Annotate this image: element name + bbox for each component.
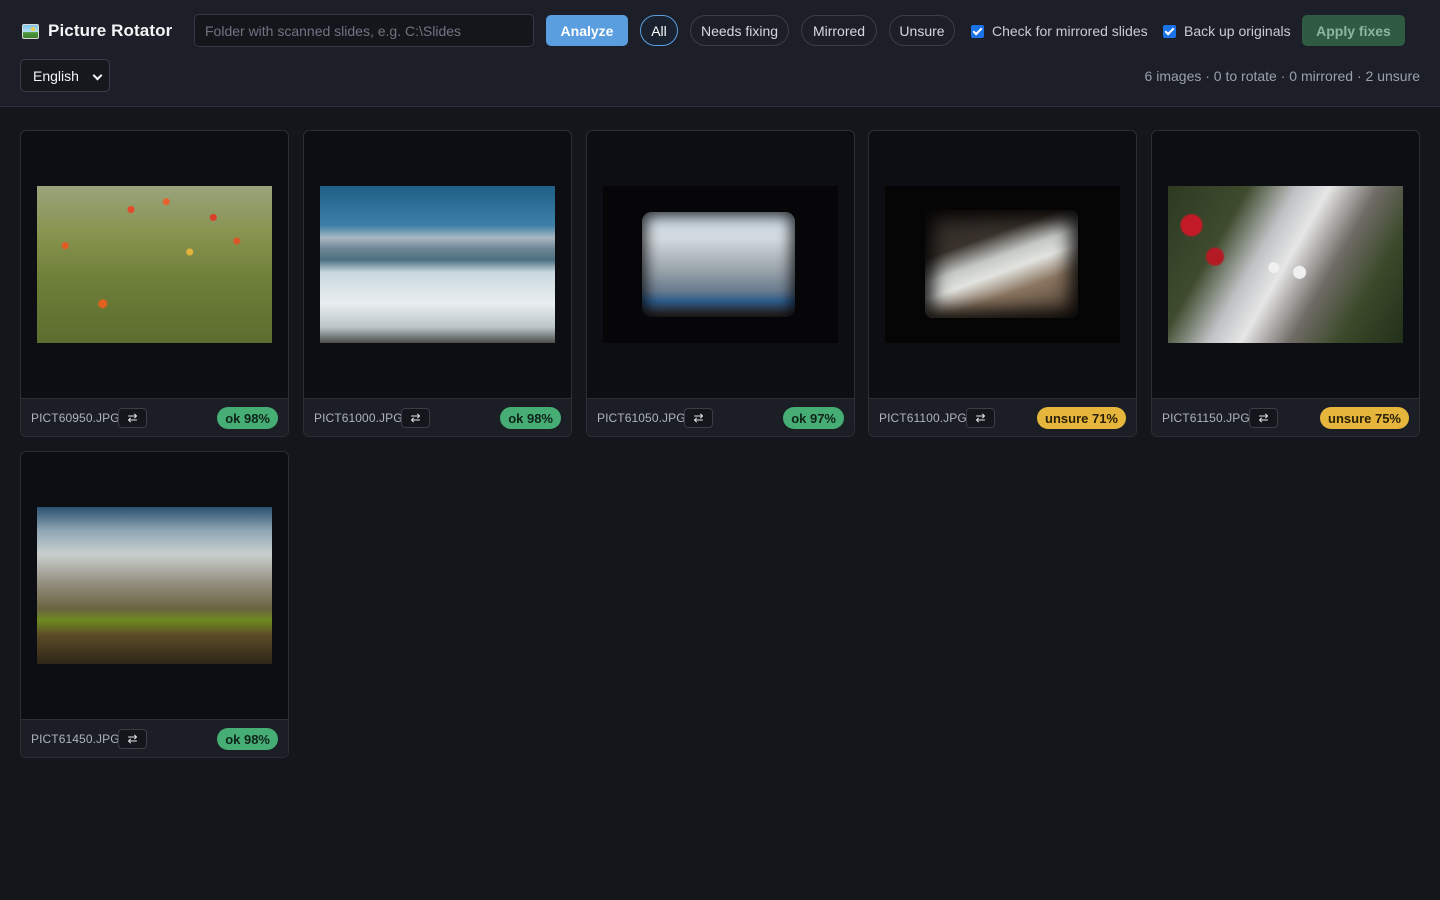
status-badge: ok 97% (783, 407, 844, 429)
image-card[interactable]: PICT61450.JPG ⇄ ok 98% (20, 451, 289, 758)
image-filename: PICT61000.JPG (314, 411, 403, 425)
filter-all[interactable]: All (640, 15, 678, 46)
swap-arrows-icon[interactable]: ⇄ (684, 408, 713, 428)
check-mirrored-label: Check for mirrored slides (992, 23, 1148, 39)
slide-photo (885, 186, 1120, 343)
card-footer: PICT61450.JPG ⇄ ok 98% (21, 719, 288, 757)
image-card[interactable]: PICT61150.JPG ⇄ unsure 75% (1151, 130, 1420, 437)
image-filename: PICT61450.JPG (31, 732, 120, 746)
image-thumbnail[interactable] (869, 131, 1136, 398)
status-badge: ok 98% (217, 728, 278, 750)
image-thumbnail[interactable] (21, 131, 288, 398)
app-brand: Picture Rotator (22, 20, 172, 42)
apply-fixes-button[interactable]: Apply fixes (1302, 15, 1405, 46)
slide-photo (37, 507, 272, 664)
slide-photo (320, 186, 555, 343)
swap-arrows-icon[interactable]: ⇄ (118, 408, 147, 428)
language-value: English (33, 67, 79, 84)
picture-icon (22, 23, 39, 39)
card-footer: PICT60950.JPG ⇄ ok 98% (21, 398, 288, 436)
backup-checkbox[interactable] (1163, 24, 1176, 38)
filter-needs-fixing[interactable]: Needs fixing (690, 15, 789, 46)
filter-mirrored[interactable]: Mirrored (801, 15, 877, 46)
swap-arrows-icon[interactable]: ⇄ (966, 408, 995, 428)
toolbar: Picture Rotator Analyze All Needs fixing… (0, 0, 1440, 107)
swap-arrows-icon[interactable]: ⇄ (118, 729, 147, 749)
status-badge: ok 98% (500, 407, 561, 429)
status-badge: ok 98% (217, 407, 278, 429)
image-thumbnail[interactable] (21, 452, 288, 719)
status-badge: unsure 71% (1037, 407, 1126, 429)
check-mirrored-toggle[interactable]: Check for mirrored slides (971, 22, 1148, 40)
image-thumbnail[interactable] (1152, 131, 1419, 398)
slide-photo (603, 186, 838, 343)
language-select[interactable]: English (20, 59, 110, 92)
image-filename: PICT60950.JPG (31, 411, 120, 425)
card-footer: PICT61000.JPG ⇄ ok 98% (304, 398, 571, 436)
summary-status: 6 images · 0 to rotate · 0 mirrored · 2 … (1144, 68, 1420, 84)
card-footer: PICT61150.JPG ⇄ unsure 75% (1152, 398, 1419, 436)
image-card[interactable]: PICT61100.JPG ⇄ unsure 71% (868, 130, 1137, 437)
image-filename: PICT61050.JPG (597, 411, 686, 425)
image-filename: PICT61100.JPG (879, 411, 967, 425)
chevron-down-icon (92, 70, 103, 81)
image-thumbnail[interactable] (304, 131, 571, 398)
filter-unsure[interactable]: Unsure (889, 15, 955, 46)
slide-photo (37, 186, 272, 343)
image-card[interactable]: PICT61050.JPG ⇄ ok 97% (586, 130, 855, 437)
backup-toggle[interactable]: Back up originals (1163, 22, 1291, 40)
check-mirrored-checkbox[interactable] (971, 24, 984, 38)
card-footer: PICT61100.JPG ⇄ unsure 71% (869, 398, 1136, 436)
slide-photo (1168, 186, 1403, 343)
image-filename: PICT61150.JPG (1162, 411, 1250, 425)
swap-arrows-icon[interactable]: ⇄ (1249, 408, 1278, 428)
swap-arrows-icon[interactable]: ⇄ (401, 408, 430, 428)
image-card[interactable]: PICT60950.JPG ⇄ ok 98% (20, 130, 289, 437)
analyze-button[interactable]: Analyze (546, 15, 628, 46)
image-thumbnail[interactable] (587, 131, 854, 398)
image-card[interactable]: PICT61000.JPG ⇄ ok 98% (303, 130, 572, 437)
folder-input[interactable] (194, 14, 534, 47)
card-footer: PICT61050.JPG ⇄ ok 97% (587, 398, 854, 436)
status-badge: unsure 75% (1320, 407, 1409, 429)
app-title: Picture Rotator (48, 21, 173, 40)
backup-label: Back up originals (1184, 23, 1291, 39)
